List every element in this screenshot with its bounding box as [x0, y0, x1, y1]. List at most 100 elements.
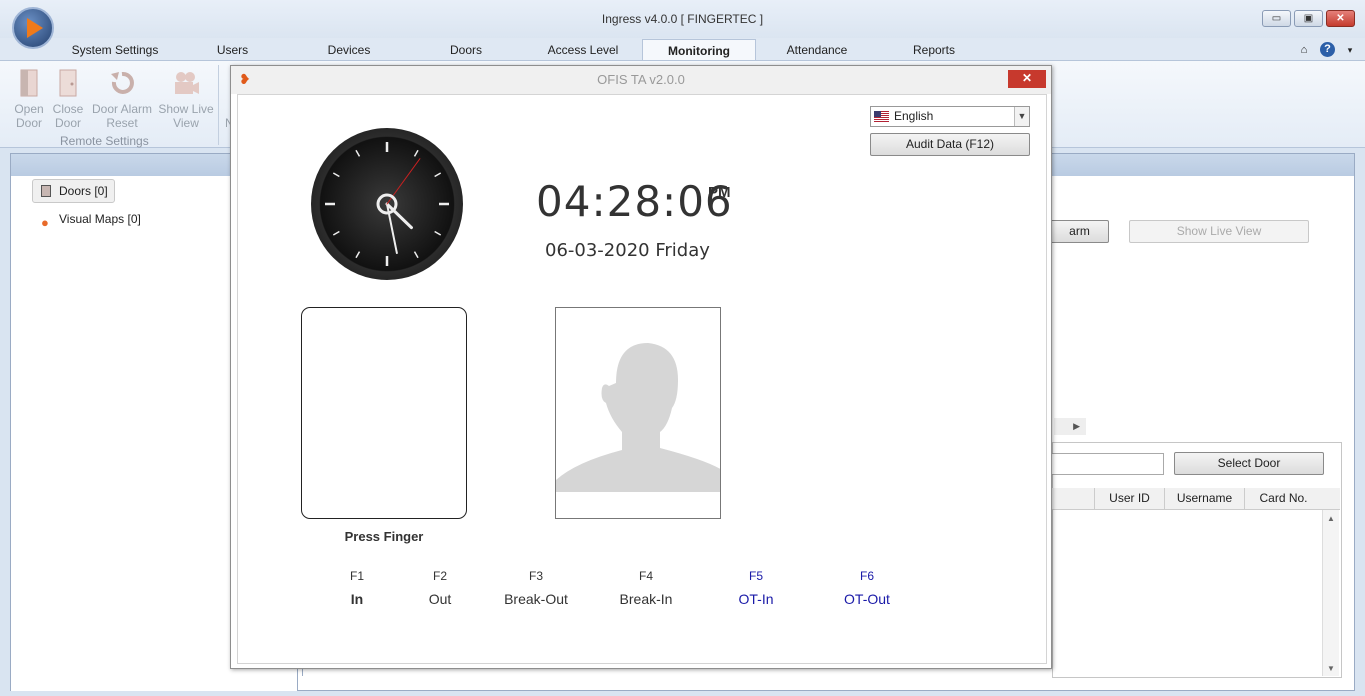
function-key-f6[interactable]: F6 OT-Out	[822, 569, 912, 607]
open-door-label-2: Door	[15, 116, 42, 130]
press-finger-label: Press Finger	[344, 529, 424, 544]
digital-time: 04:28:06	[536, 177, 733, 226]
function-key-f2[interactable]: F2 Out	[395, 569, 485, 607]
current-date: 06-03-2020 Friday	[545, 240, 710, 261]
collapse-ribbon-icon[interactable]: ⌂	[1297, 39, 1311, 61]
clock-tick	[355, 251, 361, 259]
function-key-f5[interactable]: F5 OT-In	[711, 569, 801, 607]
dialog-body: English ▼ Audit Data (F12) 04:28:06 PM 0…	[237, 94, 1047, 664]
chevron-down-icon[interactable]: ▾	[1344, 39, 1356, 61]
function-key-label: In	[350, 591, 364, 607]
clock-tick	[413, 149, 419, 157]
clock-tick	[355, 149, 361, 157]
tab-reports[interactable]: Reports	[898, 39, 970, 61]
function-key-label: OT-In	[738, 591, 774, 607]
dialog-close-button[interactable]: ✕	[1008, 70, 1046, 88]
tab-doors[interactable]: Doors	[430, 39, 502, 61]
ribbon-tab-bar: System Settings Users Devices Doors Acce…	[0, 38, 1365, 61]
live-view-label-1: Show Live	[158, 102, 214, 116]
scroll-down-icon[interactable]: ▼	[1323, 664, 1339, 673]
close-door-label-1: Close	[52, 102, 84, 116]
live-view-label-2: View	[173, 116, 199, 130]
tab-system-settings[interactable]: System Settings	[60, 39, 170, 61]
silhouette-icon	[556, 343, 720, 492]
language-value: English	[894, 109, 934, 123]
fingerprint-area[interactable]	[301, 307, 467, 519]
tree-item-doors-label: Doors [0]	[59, 184, 108, 198]
show-live-view-main-button[interactable]: Show Live View	[1129, 220, 1309, 243]
col-username[interactable]: Username	[1164, 488, 1244, 510]
function-key-label: OT-Out	[844, 591, 890, 607]
tab-attendance[interactable]: Attendance	[775, 39, 859, 61]
play-icon	[27, 18, 43, 38]
language-select[interactable]: English ▼	[870, 106, 1030, 127]
window-title: Ingress v4.0.0 [ FINGERTEC ]	[601, 12, 764, 26]
show-live-view-button[interactable]: Show Live View	[156, 68, 216, 130]
function-key-code: F1	[349, 569, 364, 583]
chevron-down-icon[interactable]: ▼	[1014, 107, 1029, 126]
events-panel	[1052, 442, 1342, 678]
clock-tick	[332, 230, 340, 236]
clock-tick	[332, 172, 340, 178]
close-door-label-2: Door	[54, 116, 81, 130]
clock-tick	[434, 230, 442, 236]
door-open-icon	[16, 68, 42, 98]
ribbon-separator	[218, 65, 219, 145]
restore-button[interactable]: ▣	[1294, 10, 1323, 27]
function-key-code: F3	[528, 569, 543, 583]
tree-item-visual-maps-label: Visual Maps [0]	[59, 212, 141, 226]
tab-access-level[interactable]: Access Level	[538, 39, 628, 61]
function-key-label: Break-Out	[504, 591, 568, 607]
ofis-ta-dialog: ❥ OFIS TA v2.0.0 ✕ English ▼ Audit Data …	[230, 65, 1052, 669]
us-flag-icon	[874, 111, 889, 122]
door-icon	[41, 185, 51, 197]
map-pin-icon: ●	[41, 215, 49, 230]
user-photo	[555, 307, 721, 519]
ribbon-group-label: Remote Settings	[60, 134, 149, 148]
function-key-label: Out	[428, 591, 452, 607]
door-alarm-label-2: Reset	[106, 116, 138, 130]
reset-icon	[109, 68, 135, 98]
minimize-button[interactable]: ▭	[1262, 10, 1291, 27]
function-key-code: F2	[432, 569, 447, 583]
col-card-no[interactable]: Card No.	[1244, 488, 1322, 510]
open-door-label-1: Open	[14, 102, 44, 116]
open-door-button[interactable]: Open Door	[10, 68, 48, 130]
door-alarm-label-1: Door Alarm	[91, 102, 153, 116]
door-filter-input[interactable]	[1050, 453, 1164, 475]
audit-data-button[interactable]: Audit Data (F12)	[870, 133, 1030, 156]
app-logo[interactable]	[12, 7, 54, 49]
camera-icon	[173, 68, 199, 98]
door-alarm-reset-button[interactable]: Door Alarm Reset	[88, 68, 156, 130]
close-door-button[interactable]: Close Door	[49, 68, 87, 130]
col-user-id[interactable]: User ID	[1094, 488, 1164, 510]
grid-scrollbar[interactable]: ▲ ▼	[1322, 510, 1339, 676]
function-key-code: F4	[638, 569, 653, 583]
clock-face	[325, 142, 449, 266]
clock-tick	[413, 251, 419, 259]
tab-monitoring[interactable]: Monitoring	[642, 39, 756, 61]
help-icon[interactable]: ?	[1320, 42, 1335, 57]
clock-tick	[434, 172, 442, 178]
analog-clock	[311, 128, 463, 280]
function-key-code: F6	[859, 569, 874, 583]
tree-item-visual-maps[interactable]: ● Visual Maps [0]	[38, 208, 141, 232]
dialog-title: OFIS TA v2.0.0	[597, 72, 685, 87]
function-key-f4[interactable]: F4 Break-In	[601, 569, 691, 607]
function-key-label: Break-In	[619, 591, 673, 607]
function-key-f1[interactable]: F1 In	[312, 569, 402, 607]
scroll-right-icon[interactable]: ▶	[1054, 418, 1086, 435]
dialog-title-bar: ❥ OFIS TA v2.0.0 ✕	[231, 66, 1051, 94]
function-key-f3[interactable]: F3 Break-Out	[491, 569, 581, 607]
close-button[interactable]: ✕	[1326, 10, 1355, 27]
select-door-button[interactable]: Select Door	[1174, 452, 1324, 475]
scroll-up-icon[interactable]: ▲	[1323, 514, 1339, 523]
tab-users[interactable]: Users	[195, 39, 270, 61]
tree-item-doors[interactable]: Doors [0]	[32, 179, 115, 203]
am-pm-indicator: PM	[708, 184, 731, 201]
function-key-code: F5	[748, 569, 763, 583]
grid-header: User ID Username Card No.	[1052, 488, 1340, 510]
door-closed-icon	[55, 68, 81, 98]
door-alarm-reset-main-button[interactable]: arm	[1050, 220, 1109, 243]
tab-devices[interactable]: Devices	[310, 39, 388, 61]
